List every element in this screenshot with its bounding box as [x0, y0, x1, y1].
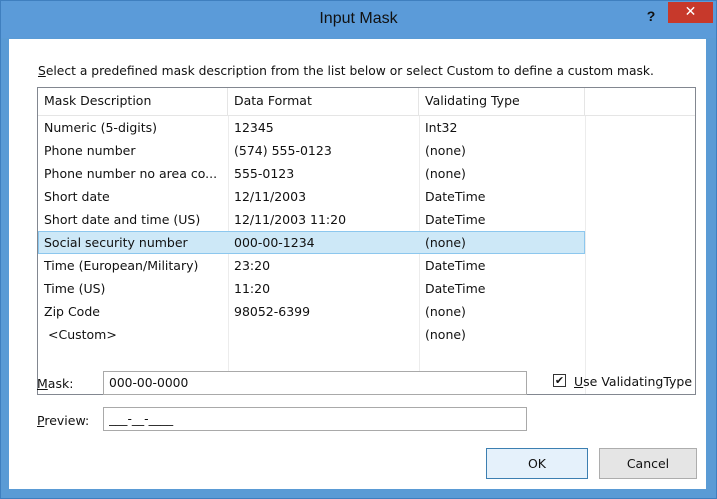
- list-row[interactable]: Short date and time (US) 12/11/2003 11:2…: [38, 208, 585, 231]
- cancel-button[interactable]: Cancel: [599, 448, 697, 479]
- validating-type-cell: (none): [425, 143, 466, 158]
- validating-type-cell: Int32: [425, 120, 458, 135]
- validating-type-cell: DateTime: [425, 212, 486, 227]
- validating-type-cell: (none): [425, 166, 466, 181]
- validating-type-cell: DateTime: [425, 189, 486, 204]
- validating-type-cell: (none): [425, 235, 466, 250]
- data-format-cell: 12345: [234, 120, 274, 135]
- column-header-mask-description[interactable]: Mask Description: [38, 88, 228, 115]
- mask-list[interactable]: Mask Description Data Format Validating …: [37, 87, 696, 395]
- mask-description-cell: Phone number: [44, 143, 136, 158]
- mask-description-cell: Social security number: [44, 235, 188, 250]
- list-rows: Numeric (5-digits) 12345 Int32 Phone num…: [38, 116, 695, 346]
- list-row[interactable]: Time (US) 11:20 DateTime: [38, 277, 585, 300]
- checkmark-icon: ✔: [554, 374, 565, 387]
- column-header-filler: [585, 88, 695, 115]
- data-format-cell: (574) 555-0123: [234, 143, 332, 158]
- mask-description-cell: Time (European/Military): [44, 258, 199, 273]
- validating-type-cell: (none): [425, 304, 466, 319]
- column-header-validating-type[interactable]: Validating Type: [419, 88, 585, 115]
- list-row[interactable]: Phone number no area co... 555-0123 (non…: [38, 162, 585, 185]
- list-row[interactable]: <Custom> (none): [38, 323, 585, 346]
- help-button[interactable]: ?: [641, 6, 661, 26]
- dialog-body: Select a predefined mask description fro…: [9, 39, 706, 489]
- use-validating-type-label: Use ValidatingType: [574, 374, 692, 389]
- mask-description-cell: Zip Code: [44, 304, 100, 319]
- input-mask-dialog: Input Mask ? ✕ Select a predefined mask …: [0, 0, 717, 499]
- data-format-cell: 000-00-1234: [234, 235, 315, 250]
- preview-label-rest: review:: [44, 413, 90, 428]
- column-header-data-format[interactable]: Data Format: [228, 88, 419, 115]
- ok-button[interactable]: OK: [486, 448, 588, 479]
- use-validating-type-checkbox[interactable]: ✔: [553, 374, 566, 387]
- close-icon: ✕: [684, 4, 697, 20]
- list-row[interactable]: Numeric (5-digits) 12345 Int32: [38, 116, 585, 139]
- instruction-rest: elect a predefined mask description from…: [45, 64, 654, 78]
- use-validating-type-accesskey: U: [574, 374, 584, 389]
- list-row[interactable]: Zip Code 98052-6399 (none): [38, 300, 585, 323]
- mask-description-cell: Numeric (5-digits): [44, 120, 158, 135]
- data-format-cell: 555-0123: [234, 166, 295, 181]
- data-format-cell: 98052-6399: [234, 304, 311, 319]
- title-bar: Input Mask ? ✕: [1, 1, 716, 38]
- validating-type-cell: DateTime: [425, 258, 486, 273]
- close-button[interactable]: ✕: [668, 2, 713, 23]
- data-format-cell: 23:20: [234, 258, 271, 273]
- list-row[interactable]: Phone number (574) 555-0123 (none): [38, 139, 585, 162]
- preview-field[interactable]: [103, 407, 527, 431]
- mask-label-accesskey: M: [37, 376, 48, 391]
- mask-description-cell: <Custom>: [48, 327, 117, 342]
- mask-description-cell: Time (US): [44, 281, 106, 296]
- validating-type-cell: (none): [425, 327, 466, 342]
- instruction-text: Select a predefined mask description fro…: [38, 64, 654, 78]
- data-format-cell: [228, 323, 419, 346]
- mask-description-cell: Short date: [44, 189, 110, 204]
- list-row[interactable]: Time (European/Military) 23:20 DateTime: [38, 254, 585, 277]
- list-header: Mask Description Data Format Validating …: [38, 88, 695, 116]
- window-title: Input Mask: [319, 10, 398, 27]
- list-row[interactable]: Short date 12/11/2003 DateTime: [38, 185, 585, 208]
- list-row-selected[interactable]: Social security number 000-00-1234 (none…: [38, 231, 585, 254]
- mask-description-cell: Short date and time (US): [44, 212, 201, 227]
- data-format-cell: 12/11/2003: [234, 189, 307, 204]
- validating-type-cell: DateTime: [425, 281, 486, 296]
- use-validating-type-rest: se ValidatingType: [583, 374, 693, 389]
- mask-input[interactable]: [103, 371, 527, 395]
- data-format-cell: 11:20: [234, 281, 271, 296]
- mask-label: Mask:: [37, 376, 73, 391]
- mask-label-rest: ask:: [47, 376, 74, 391]
- instruction-accesskey: S: [38, 64, 46, 78]
- preview-label: Preview:: [37, 413, 89, 428]
- mask-description-cell: Phone number no area co...: [44, 166, 218, 181]
- data-format-cell: 12/11/2003 11:20: [234, 212, 347, 227]
